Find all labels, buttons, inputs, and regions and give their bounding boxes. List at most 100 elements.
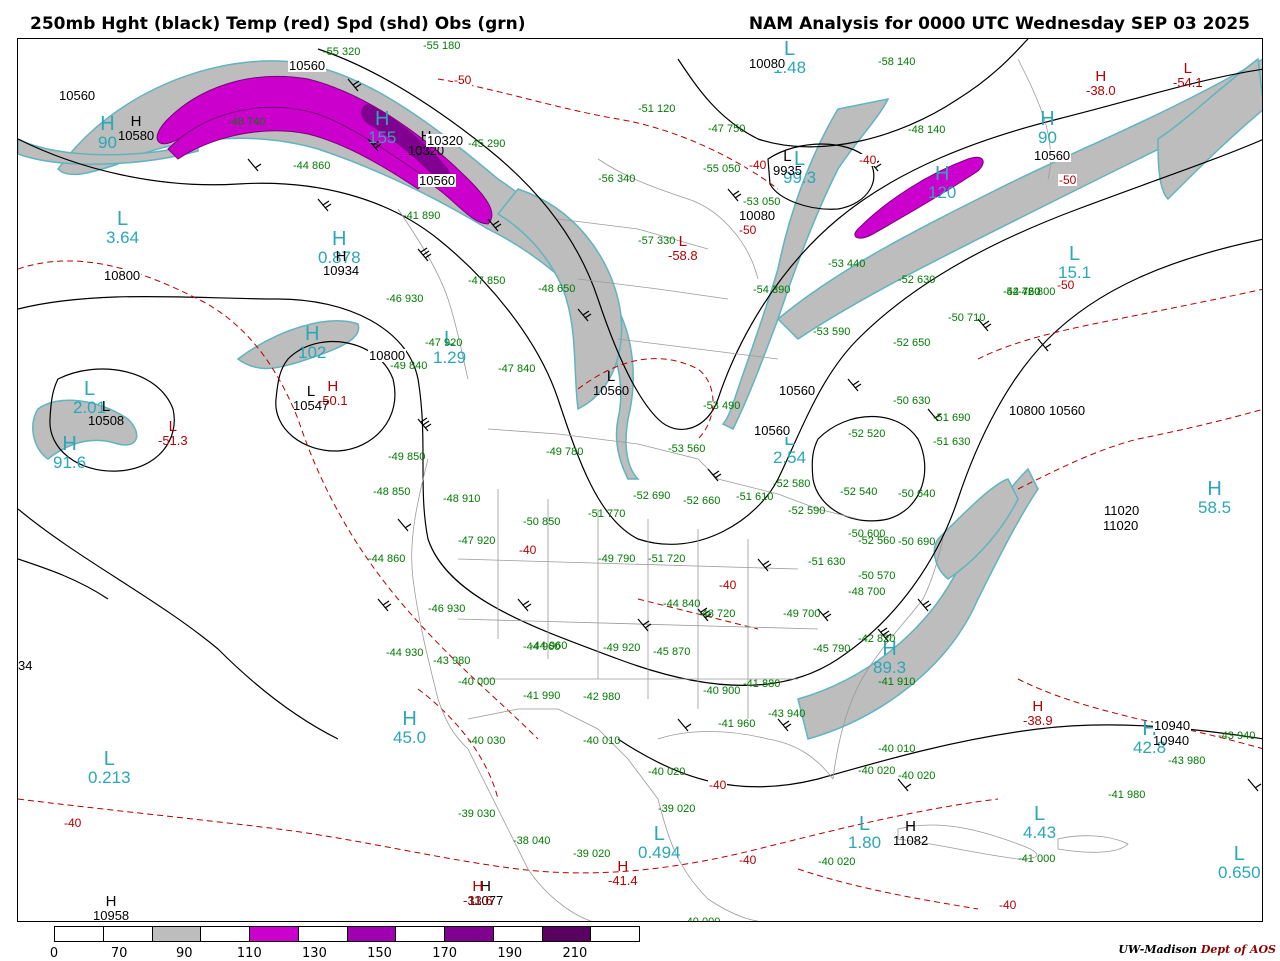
temperature-contour-label: -40 [718, 578, 738, 592]
low-center-letter: L [1183, 60, 1192, 77]
wind-speed-shading-70-90 [18, 57, 1262, 740]
contour-west-loop [18, 558, 109, 600]
station-observation: -52 630 [898, 274, 936, 286]
center-value: 11020 [1103, 518, 1139, 533]
station-observation: -50 630 [893, 395, 931, 407]
map-title-right: NAM Analysis for 0000 UTC Wednesday SEP … [748, 14, 1250, 34]
center-value: -41.4 [608, 873, 638, 888]
colorbar-segment [55, 927, 104, 941]
wind-barb [917, 598, 932, 612]
credit-dept: Dept of AOS [1200, 943, 1276, 956]
center-label: H -38.0 [1086, 69, 1116, 97]
wind-barb [1037, 338, 1052, 352]
wind-speed-colorbar [54, 926, 640, 942]
center-value: -51.3 [158, 433, 188, 448]
weather-map: L 3.64 H 0.878 H 102 L 2.01 H 91.6 L 1.29 H 45.0 L 0.21… [17, 38, 1263, 922]
station-observation: -45 290 [468, 138, 506, 150]
height-contour-label: 10940 [1153, 718, 1192, 733]
station-observation: -41 990 [523, 690, 561, 702]
high-center-letter: H [374, 108, 390, 130]
station-observation: -55 050 [703, 163, 741, 175]
height-contour-label: 10560 [1048, 403, 1087, 418]
wind-barb [417, 247, 432, 262]
low-center-letter: L [653, 823, 665, 845]
high-center-letter: H [402, 708, 417, 730]
station-observation: -55 320 [323, 46, 361, 58]
station-observation: -49 850 [388, 451, 426, 463]
station-observation: -40 020 [818, 856, 856, 868]
center-label: L 0.213 [88, 749, 131, 786]
station-observation: -44 760 [1003, 286, 1041, 298]
high-center-letter: H [332, 228, 347, 250]
center-value: 0.650 [1218, 863, 1261, 882]
temperature-contour-label: -40 [858, 153, 878, 167]
low-center-letter: L [116, 208, 129, 230]
height-contour-label: 10800 [368, 348, 407, 363]
center-value: 0.213 [88, 768, 131, 787]
wind-barb [247, 158, 262, 172]
station-observation: -47 750 [708, 123, 746, 135]
center-value: 2.54 [773, 448, 807, 467]
center-label: L 9935 [773, 149, 802, 177]
wind-barb [417, 417, 432, 432]
center-label: H 10934 [323, 249, 359, 277]
credit-org: UW-Madison [1118, 943, 1198, 956]
center-label: L 3.64 [106, 209, 139, 246]
center-label: L 0.494 [638, 824, 681, 861]
center-value: 0.494 [638, 843, 681, 862]
center-value: -50.1 [318, 393, 348, 408]
low-center-letter: L [1033, 803, 1046, 825]
center-label: H -50.1 [318, 379, 348, 407]
colorbar-segment [298, 927, 348, 941]
station-observation: -54 390 [753, 284, 791, 296]
colorbar-tick-label: 0 [49, 946, 59, 961]
station-observation: -40 020 [648, 766, 686, 778]
height-contour-label: 10080 [738, 208, 777, 223]
colorbar-segment [103, 927, 153, 941]
center-value: 58.5 [1198, 498, 1232, 517]
center-label: H 155 [368, 109, 396, 146]
low-center-letter: L [858, 813, 871, 835]
temperature-contour-label: -40 [63, 816, 83, 830]
station-observation: -43 940 [1218, 730, 1256, 742]
wind-barb [757, 558, 772, 572]
station-observation: -49 790 [598, 553, 636, 565]
station-observation: -58 140 [878, 56, 916, 68]
low-center-letter: L [103, 748, 115, 770]
station-observation: -48 650 [538, 283, 576, 295]
center-value: -54.1 [1173, 75, 1203, 90]
center-value: 120 [928, 183, 957, 202]
station-observation: -44 860 [293, 160, 331, 172]
station-observation: -48 700 [848, 586, 886, 598]
station-observation: -41 890 [403, 210, 441, 222]
us-mexico-border [467, 708, 659, 800]
center-value: 102 [298, 343, 327, 362]
colorbar-segment [591, 927, 639, 941]
center-label: H 45.0 [393, 709, 426, 746]
colorbar-tick-label: 190 [497, 946, 523, 961]
station-observation: -47 840 [498, 363, 536, 375]
station-observation: -51 770 [588, 508, 626, 520]
temperature-contour-label: -50 [1056, 278, 1076, 292]
temperature-contour-label: -40 [518, 543, 538, 557]
high-center-letter: H [304, 323, 320, 345]
colorbar-segment [152, 927, 202, 941]
station-observation: -50 570 [858, 570, 896, 582]
center-label: L 10560 [593, 369, 629, 397]
center-value: 155 [368, 128, 397, 147]
station-observation: -39 020 [658, 803, 696, 815]
temperature-contour-label: -50 [1058, 173, 1078, 187]
wind-barb [377, 598, 392, 612]
colorbar-tick-label: 170 [432, 946, 458, 961]
station-observation: -48 850 [373, 486, 411, 498]
center-value: 10940 [1153, 733, 1190, 748]
wind-barb [727, 188, 742, 202]
temperature-contour-label: -40 [748, 158, 768, 172]
high-center-letter: H [1095, 68, 1107, 85]
center-label: H 90 [98, 114, 117, 151]
center-label: L 0.650 [1218, 844, 1261, 881]
high-center-letter: H [934, 163, 950, 185]
high-center-letter: H [472, 878, 484, 895]
station-observation: -41 960 [718, 718, 756, 730]
center-value: 10560 [593, 383, 630, 398]
